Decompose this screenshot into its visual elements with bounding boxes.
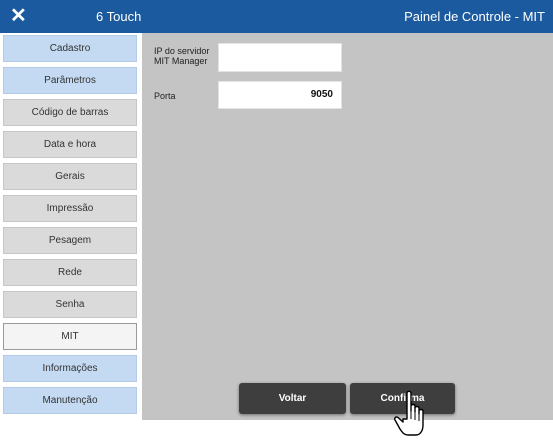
server-ip-label: IP do servidor MIT Manager — [154, 46, 210, 66]
sidebar-item-gerais[interactable]: Gerais — [3, 163, 137, 190]
sidebar-item-label: Impressão — [46, 203, 94, 214]
sidebar-item-pesagem[interactable]: Pesagem — [3, 227, 137, 254]
sidebar-item-label: MIT — [61, 331, 79, 342]
sidebar-item-manutencao[interactable]: Manutenção — [3, 387, 137, 414]
sidebar-item-label: Gerais — [55, 171, 85, 182]
sidebar-item-impressao[interactable]: Impressão — [3, 195, 137, 222]
sidebar-item-cadastro[interactable]: Cadastro — [3, 35, 137, 62]
sidebar-item-label: Informações — [42, 363, 98, 374]
sidebar-item-label: Cadastro — [49, 43, 91, 54]
app-name: 6 Touch — [96, 9, 142, 24]
title-bar: ✕ 6 Touch Painel de Controle - MIT — [0, 0, 553, 33]
panel-title: Painel de Controle - MIT — [404, 9, 545, 24]
hand-pointer-icon — [394, 390, 424, 436]
sidebar-item-parametros[interactable]: Parâmetros — [3, 67, 137, 94]
sidebar-item-mit[interactable]: MIT — [3, 323, 137, 350]
sidebar-item-rede[interactable]: Rede — [3, 259, 137, 286]
sidebar-item-codigo-de-barras[interactable]: Código de barras — [3, 99, 137, 126]
server-ip-input[interactable] — [218, 43, 342, 72]
port-label: Porta — [154, 91, 176, 101]
sidebar-item-label: Pesagem — [48, 235, 92, 246]
sidebar-item-label: Data e hora — [43, 139, 97, 150]
port-input[interactable]: 9050 — [218, 81, 342, 109]
sidebar: Cadastro Parâmetros Código de barras Dat… — [0, 33, 142, 420]
sidebar-item-label: Parâmetros — [44, 75, 96, 86]
close-icon[interactable]: ✕ — [10, 5, 27, 27]
sidebar-item-data-e-hora[interactable]: Data e hora — [3, 131, 137, 158]
content-panel: IP do servidor MIT Manager Porta 9050 Vo… — [142, 33, 553, 420]
sidebar-item-senha[interactable]: Senha — [3, 291, 137, 318]
back-button[interactable]: Voltar — [239, 383, 346, 414]
sidebar-item-label: Rede — [58, 267, 82, 278]
sidebar-item-label: Manutenção — [42, 395, 98, 406]
sidebar-item-label: Código de barras — [31, 107, 109, 118]
sidebar-item-label: Senha — [55, 299, 85, 310]
sidebar-item-informacoes[interactable]: Informações — [3, 355, 137, 382]
